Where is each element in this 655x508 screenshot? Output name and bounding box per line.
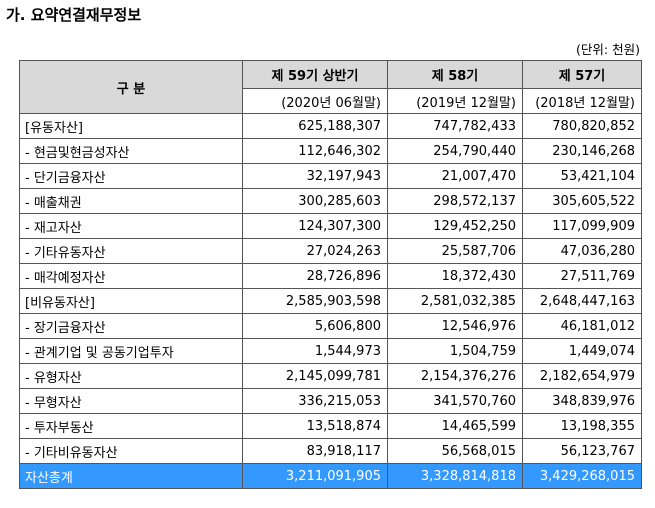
row-value: 1,504,759 [387, 338, 523, 364]
table-row: - 단기금융자산 32,197,943 21,007,470 53,421,104 [19, 163, 642, 189]
row-label: [비유동자산] [19, 288, 243, 314]
row-value: 27,511,769 [522, 263, 642, 289]
row-value: 12,546,976 [387, 313, 523, 339]
table-row: - 유형자산 2,145,099,781 2,154,376,276 2,182,65… [19, 363, 642, 389]
table-row: - 무형자산 336,215,053 341,570,760 348,839,976 [19, 388, 642, 414]
table-row: - 재고자산 124,307,300 129,452,250 117,099,909 [19, 213, 642, 239]
row-value: 254,790,440 [387, 138, 523, 164]
header-period-59: 제 59기 상반기 [242, 60, 388, 89]
row-label: - 기타유동자산 [19, 238, 243, 264]
header-period-58: 제 58기 [387, 60, 523, 89]
row-label: 자산총계 [19, 463, 243, 489]
row-label: - 단기금융자산 [19, 163, 243, 189]
row-value: 1,449,074 [522, 338, 642, 364]
row-value: 18,372,430 [387, 263, 523, 289]
row-label: - 유형자산 [19, 363, 243, 389]
table-row: - 기타유동자산 27,024,263 25,587,706 47,036,280 [19, 238, 642, 264]
row-value: 112,646,302 [242, 138, 388, 164]
row-value: 3,328,814,818 [387, 463, 523, 489]
row-value: 14,465,599 [387, 413, 523, 439]
row-value: 21,007,470 [387, 163, 523, 189]
table-row: [유동자산] 625,188,307 747,782,433 780,820,852 [19, 113, 642, 139]
row-label: - 관계기업 및 공동기업투자 [19, 338, 243, 364]
row-value: 25,587,706 [387, 238, 523, 264]
table-row: - 장기금융자산 5,606,800 12,546,976 46,181,012 [19, 313, 642, 339]
table-row: [비유동자산] 2,585,903,598 2,581,032,385 2,648,4… [19, 288, 642, 314]
row-value: 46,181,012 [522, 313, 642, 339]
row-value: 53,421,104 [522, 163, 642, 189]
row-value: 348,839,976 [522, 388, 642, 414]
row-value: 2,585,903,598 [242, 288, 388, 314]
table-row: - 투자부동산 13,518,874 14,465,599 13,198,355 [19, 413, 642, 439]
section-title: 가. 요약연결재무정보 [6, 6, 142, 24]
header-date-58: (2019년 12월말) [387, 88, 523, 114]
header-category: 구 분 [19, 60, 243, 114]
header-date-57: (2018년 12월말) [522, 88, 642, 114]
row-label: - 투자부동산 [19, 413, 243, 439]
total-row: 자산총계 3,211,091,905 3,328,814,818 3,429,268,… [19, 463, 642, 489]
row-value: 32,197,943 [242, 163, 388, 189]
row-value: 305,605,522 [522, 188, 642, 214]
row-value: 2,145,099,781 [242, 363, 388, 389]
row-value: 56,123,767 [522, 438, 642, 464]
row-value: 13,198,355 [522, 413, 642, 439]
table-row: - 현금및현금성자산 112,646,302 254,790,440 230,146,… [19, 138, 642, 164]
row-value: 2,182,654,979 [522, 363, 642, 389]
row-label: - 장기금융자산 [19, 313, 243, 339]
header-row: 구 분 제 59기 상반기 제 58기 제 57기 [19, 60, 642, 114]
row-value: 1,544,973 [242, 338, 388, 364]
row-value: 341,570,760 [387, 388, 523, 414]
row-value: 3,429,268,015 [522, 463, 642, 489]
row-label: - 무형자산 [19, 388, 243, 414]
table-row: - 매각예정자산 28,726,896 18,372,430 27,511,769 [19, 263, 642, 289]
row-value: 27,024,263 [242, 238, 388, 264]
unit-label: (단위: 천원) [576, 42, 640, 57]
header-period-57: 제 57기 [522, 60, 642, 89]
row-value: 300,285,603 [242, 188, 388, 214]
table-row: - 관계기업 및 공동기업투자 1,544,973 1,504,759 1,449,0… [19, 338, 642, 364]
row-value: 230,146,268 [522, 138, 642, 164]
row-value: 336,215,053 [242, 388, 388, 414]
row-value: 625,188,307 [242, 113, 388, 139]
row-value: 298,572,137 [387, 188, 523, 214]
row-value: 117,099,909 [522, 213, 642, 239]
row-value: 780,820,852 [522, 113, 642, 139]
row-label: - 매각예정자산 [19, 263, 243, 289]
row-value: 56,568,015 [387, 438, 523, 464]
table-row: - 기타비유동자산 83,918,117 56,568,015 56,123,767 [19, 438, 642, 464]
row-label: [유동자산] [19, 113, 243, 139]
row-label: - 매출채권 [19, 188, 243, 214]
row-value: 13,518,874 [242, 413, 388, 439]
table-row: - 매출채권 300,285,603 298,572,137 305,605,522 [19, 188, 642, 214]
row-value: 3,211,091,905 [242, 463, 388, 489]
row-label: - 재고자산 [19, 213, 243, 239]
row-value: 28,726,896 [242, 263, 388, 289]
row-value: 124,307,300 [242, 213, 388, 239]
row-value: 747,782,433 [387, 113, 523, 139]
row-label: - 기타비유동자산 [19, 438, 243, 464]
row-value: 129,452,250 [387, 213, 523, 239]
row-value: 5,606,800 [242, 313, 388, 339]
row-value: 2,154,376,276 [387, 363, 523, 389]
row-value: 2,581,032,385 [387, 288, 523, 314]
row-value: 47,036,280 [522, 238, 642, 264]
row-value: 83,918,117 [242, 438, 388, 464]
financial-summary-table: 구 분 제 59기 상반기 제 58기 제 57기 (2020년 06월말) (… [19, 60, 642, 489]
row-label: - 현금및현금성자산 [19, 138, 243, 164]
header-date-59: (2020년 06월말) [242, 88, 388, 114]
row-value: 2,648,447,163 [522, 288, 642, 314]
